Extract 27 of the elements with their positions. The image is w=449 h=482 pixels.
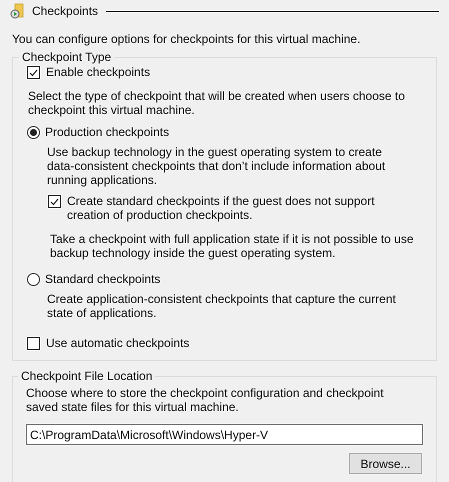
- radio-label: Production checkpoints: [45, 125, 170, 139]
- checkbox-label: Use automatic checkpoints: [46, 336, 190, 350]
- checkbox-box[interactable]: [27, 337, 40, 350]
- location-description: Choose where to store the checkpoint configuration and checkpoint saved state files for this virtual machine.: [26, 386, 385, 414]
- checkbox-box[interactable]: [27, 66, 40, 79]
- checkbox-label: Create standard checkpoints if the guest does not support creation of production checkpoints.: [67, 194, 376, 222]
- radio-button[interactable]: Production checkpoints: [27, 125, 422, 139]
- option-description: Create application-consistent checkpoints that capture the current state of applications.: [47, 292, 397, 320]
- folder-clock-icon: [9, 3, 25, 19]
- option-description: Use backup technology in the guest operating system to create data-consistent checkpoints that don’t include information about running applications.: [47, 145, 386, 187]
- section-title: Checkpoints: [32, 4, 98, 18]
- check-icon: [29, 68, 38, 76]
- checkbox[interactable]: Create standard checkpoints if the guest does not support creation of production checkpoints.: [48, 194, 422, 222]
- intro-text: You can configure options for checkpoints for this virtual machine.: [11, 32, 362, 46]
- option-note: Take a checkpoint with full application state if it is not possible to use backup technology inside the guest operating system.: [50, 232, 415, 260]
- checkbox[interactable]: Use automatic checkpoints: [27, 336, 422, 350]
- radio-label: Standard checkpoints: [45, 272, 160, 286]
- check-icon: [50, 198, 59, 206]
- instruction-text: Select the type of checkpoint that will be created when users choose to checkpoint this virtual machine.: [28, 89, 406, 117]
- radio-button[interactable]: Standard checkpoints: [27, 272, 422, 286]
- checkbox[interactable]: Enable checkpoints: [27, 65, 422, 79]
- checkbox-label: Enable checkpoints: [46, 65, 150, 79]
- browse-button[interactable]: Browse...: [349, 453, 422, 474]
- group-title: Checkpoint Type: [21, 50, 112, 64]
- checkbox-box[interactable]: [48, 195, 61, 208]
- path-field[interactable]: C:\ProgramData\Microsoft\Windows\Hyper-V: [26, 424, 423, 445]
- group-title: Checkpoint File Location: [20, 369, 154, 383]
